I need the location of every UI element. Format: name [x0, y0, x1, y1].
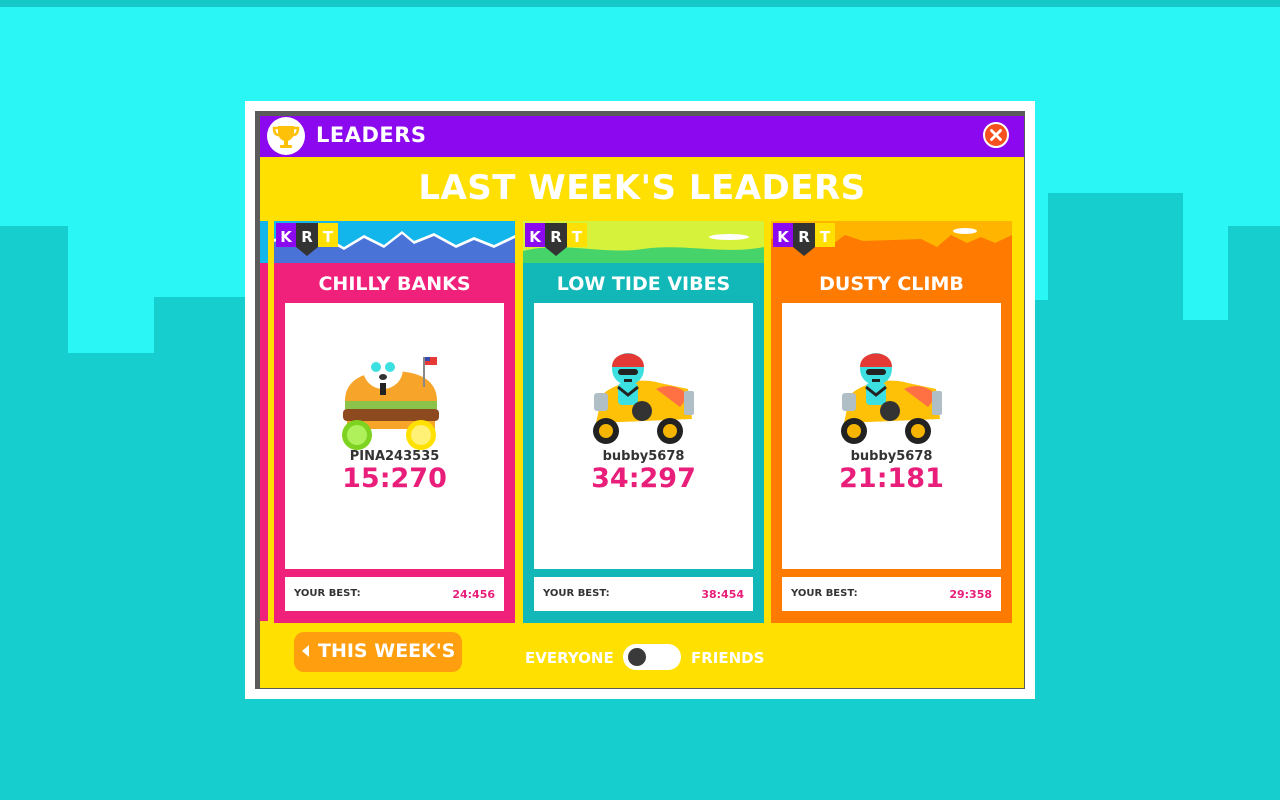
track-name: DUSTY CLIMB	[819, 273, 964, 295]
svg-text:T: T	[820, 228, 831, 246]
track-name: LOW TIDE VIBES	[556, 273, 731, 295]
best-time: 21:181	[839, 463, 944, 494]
everyone-friends-toggle[interactable]	[623, 644, 681, 670]
krt-logo: K R T	[773, 223, 835, 256]
this-weeks-button[interactable]: THIS WEEK'S	[294, 632, 462, 672]
your-best-value: 24:456	[452, 588, 495, 601]
svg-text:R: R	[301, 228, 313, 246]
best-time: 15:270	[342, 463, 447, 494]
friends-label: FRIENDS	[691, 649, 765, 667]
your-best-label: YOUR BEST:	[294, 588, 361, 599]
best-time: 34:297	[591, 463, 696, 494]
track-name: CHILLY BANKS	[318, 273, 471, 295]
svg-text:K: K	[777, 228, 790, 246]
krt-logo: K R T	[525, 223, 587, 256]
close-button[interactable]	[983, 122, 1009, 148]
svg-text:R: R	[798, 228, 810, 246]
player-name: PINA243535	[349, 449, 440, 464]
everyone-label: EVERYONE	[525, 649, 614, 667]
page-title: LAST WEEK'S LEADERS	[418, 168, 866, 208]
chevron-left-icon	[302, 645, 309, 657]
leaders-modal: LEADERS LAST WEEK'S LEADERS K R T CHILLY…	[260, 116, 1024, 688]
krt-logo: K R T	[276, 223, 338, 256]
modal-title: LEADERS	[316, 123, 427, 147]
trophy-badge	[267, 117, 305, 155]
leader-panel: PINA243535 15:270	[285, 303, 504, 569]
leaderboard-card[interactable]: K R T DUSTY CLIMB bubby5678 21:181 YOUR …	[771, 221, 1012, 623]
this-weeks-label: THIS WEEK'S	[318, 640, 456, 662]
racer-orange-kart	[841, 353, 942, 444]
your-best-value: 29:358	[949, 588, 992, 601]
leader-panel: bubby5678 34:297	[534, 303, 753, 569]
svg-text:T: T	[323, 228, 334, 246]
your-best-value: 38:454	[701, 588, 744, 601]
your-best-label: YOUR BEST:	[543, 588, 610, 599]
toggle-knob	[628, 648, 646, 666]
polar-bear-burger-kart	[342, 346, 439, 450]
racer-orange-kart	[593, 353, 694, 444]
track-banner: K R T	[771, 221, 1012, 263]
track-banner: K R T	[274, 221, 515, 263]
your-best-row: YOUR BEST: 24:456	[285, 577, 504, 611]
your-best-row: YOUR BEST: 38:454	[534, 577, 753, 611]
leaderboard-card[interactable]: K R T CHILLY BANKS PINA243535 15:270 YOU…	[274, 221, 515, 623]
player-name: bubby5678	[850, 449, 933, 464]
player-name: bubby5678	[602, 449, 685, 464]
svg-text:R: R	[550, 228, 562, 246]
svg-text:K: K	[529, 228, 542, 246]
svg-text:T: T	[572, 228, 583, 246]
leaderboard-card[interactable]: K R T LOW TIDE VIBES bubby5678 34:297 YO…	[523, 221, 764, 623]
close-icon	[990, 129, 1002, 141]
track-banner: K R T	[523, 221, 764, 263]
previous-card-peek[interactable]	[260, 221, 268, 621]
your-best-row: YOUR BEST: 29:358	[782, 577, 1001, 611]
modal-header: LEADERS	[260, 116, 1024, 157]
trophy-icon	[272, 126, 300, 148]
leader-panel: bubby5678 21:181	[782, 303, 1001, 569]
your-best-label: YOUR BEST:	[791, 588, 858, 599]
svg-text:K: K	[280, 228, 293, 246]
